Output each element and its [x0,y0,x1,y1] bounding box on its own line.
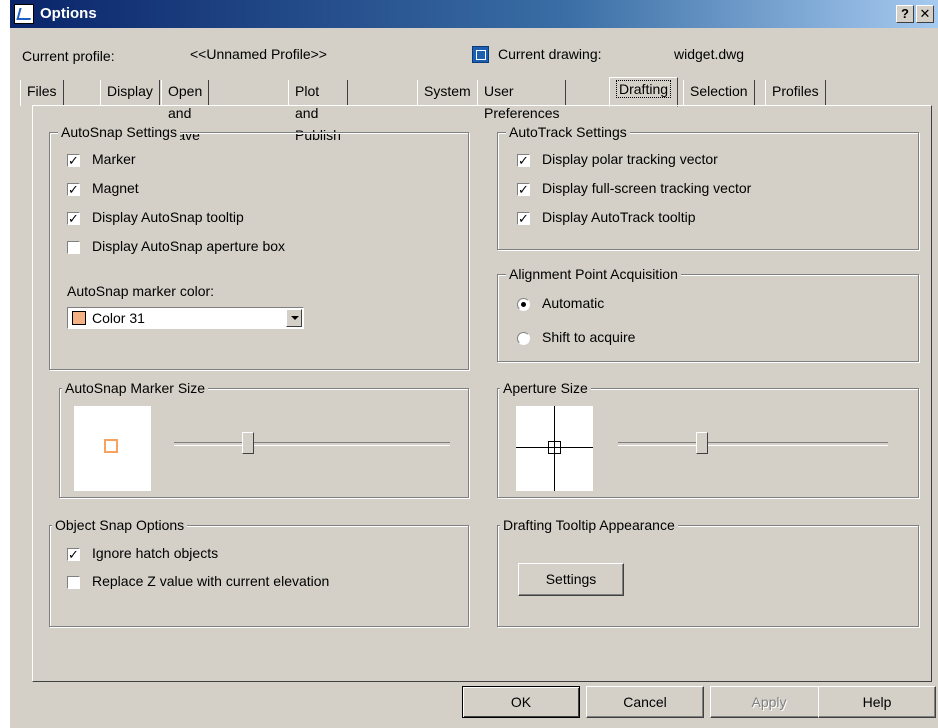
window-title: Options [40,5,97,22]
marker-size-title: AutoSnap Marker Size [62,380,209,396]
tooltip-appearance-group: Drafting Tooltip Appearance Settings [497,517,919,627]
app-icon [14,4,34,24]
help-button[interactable]: Help [818,686,936,718]
marker-square-icon [104,439,118,453]
close-icon[interactable]: ✕ [916,5,934,23]
object-snap-group: Object Snap Options ✓ Ignore hatch objec… [49,517,469,627]
autosnap-settings-group: AutoSnap Settings ✓ Marker ✓ Magnet ✓ Di… [49,124,469,370]
tab-user-preferences[interactable]: User Preferences [477,80,567,121]
tooltip-settings-button[interactable]: Settings [518,563,624,596]
autosnap-tooltip-checkbox[interactable]: ✓ [67,212,80,225]
replace-z-checkbox[interactable] [67,576,80,589]
autosnap-settings-title: AutoSnap Settings [58,124,180,140]
aperture-box-checkbox[interactable] [67,241,80,254]
tab-open-and-save[interactable]: Open and Save [161,80,210,143]
drafting-panel: AutoSnap Settings ✓ Marker ✓ Magnet ✓ Di… [32,105,932,682]
object-snap-title: Object Snap Options [52,517,188,533]
alignment-point-title: Alignment Point Acquisition [506,266,681,282]
aperture-box-label: Display AutoSnap aperture box [92,238,286,254]
ok-button[interactable]: OK [462,686,580,718]
marker-color-label: AutoSnap marker color: [67,283,215,299]
replace-z-label: Replace Z value with current elevation [92,573,330,589]
magnet-checkbox[interactable]: ✓ [67,183,80,196]
aperture-size-slider[interactable] [696,432,708,454]
polar-tracking-label: Display polar tracking vector [542,151,718,167]
color-swatch [72,311,86,325]
shift-to-acquire-radio[interactable] [517,332,530,345]
alignment-point-group: Alignment Point Acquisition Automatic Sh… [497,266,919,362]
current-drawing-value: widget.dwg [674,46,745,62]
tab-system[interactable]: System [417,80,478,106]
marker-size-group: AutoSnap Marker Size [59,380,469,498]
current-drawing-label: Current drawing: [498,46,602,62]
marker-color-value: Color 31 [92,310,145,326]
tab-plot-and-publish[interactable]: Plot and Publish [288,80,348,143]
marker-size-track [174,442,450,446]
current-profile-label: Current profile: [22,48,115,64]
marker-label: Marker [92,151,136,167]
current-profile-value: <<Unnamed Profile>> [190,46,327,62]
autotrack-settings-title: AutoTrack Settings [506,124,630,140]
fullscreen-tracking-label: Display full-screen tracking vector [542,180,752,196]
options-dialog: Options ? ✕ Current profile: <<Unnamed P… [10,0,938,728]
tab-display[interactable]: Display [100,80,160,106]
marker-checkbox[interactable]: ✓ [67,154,80,167]
marker-size-slider[interactable] [242,432,254,454]
aperture-preview [516,406,593,491]
magnet-label: Magnet [92,180,139,196]
tab-selection[interactable]: Selection [683,80,755,106]
help-icon[interactable]: ? [896,5,914,23]
chevron-down-icon[interactable] [286,309,302,327]
marker-color-select[interactable]: Color 31 [67,307,304,329]
title-bar[interactable]: Options ? ✕ [10,0,938,28]
tooltip-appearance-title: Drafting Tooltip Appearance [500,517,678,533]
ignore-hatch-label: Ignore hatch objects [92,545,219,561]
tab-drafting[interactable]: Drafting [609,77,679,107]
polar-tracking-checkbox[interactable]: ✓ [517,154,530,167]
automatic-label: Automatic [542,295,605,311]
shift-to-acquire-label: Shift to acquire [542,329,636,345]
cancel-button[interactable]: Cancel [586,686,704,718]
ignore-hatch-checkbox[interactable]: ✓ [67,548,80,561]
tab-files[interactable]: Files [20,80,64,106]
apply-button[interactable]: Apply [710,686,828,718]
autotrack-tooltip-checkbox[interactable]: ✓ [517,212,530,225]
autosnap-tooltip-label: Display AutoSnap tooltip [92,209,244,225]
autotrack-settings-group: AutoTrack Settings ✓ Display polar track… [497,124,919,250]
fullscreen-tracking-checkbox[interactable]: ✓ [517,183,530,196]
automatic-radio[interactable] [517,298,530,311]
aperture-size-track [618,442,888,446]
tab-profiles[interactable]: Profiles [765,80,826,106]
drawing-icon [472,46,489,63]
autotrack-tooltip-label: Display AutoTrack tooltip [542,209,696,225]
aperture-size-group: Aperture Size [497,380,919,498]
aperture-box-icon [548,441,561,454]
aperture-size-title: Aperture Size [500,380,591,396]
marker-size-preview [74,406,151,491]
